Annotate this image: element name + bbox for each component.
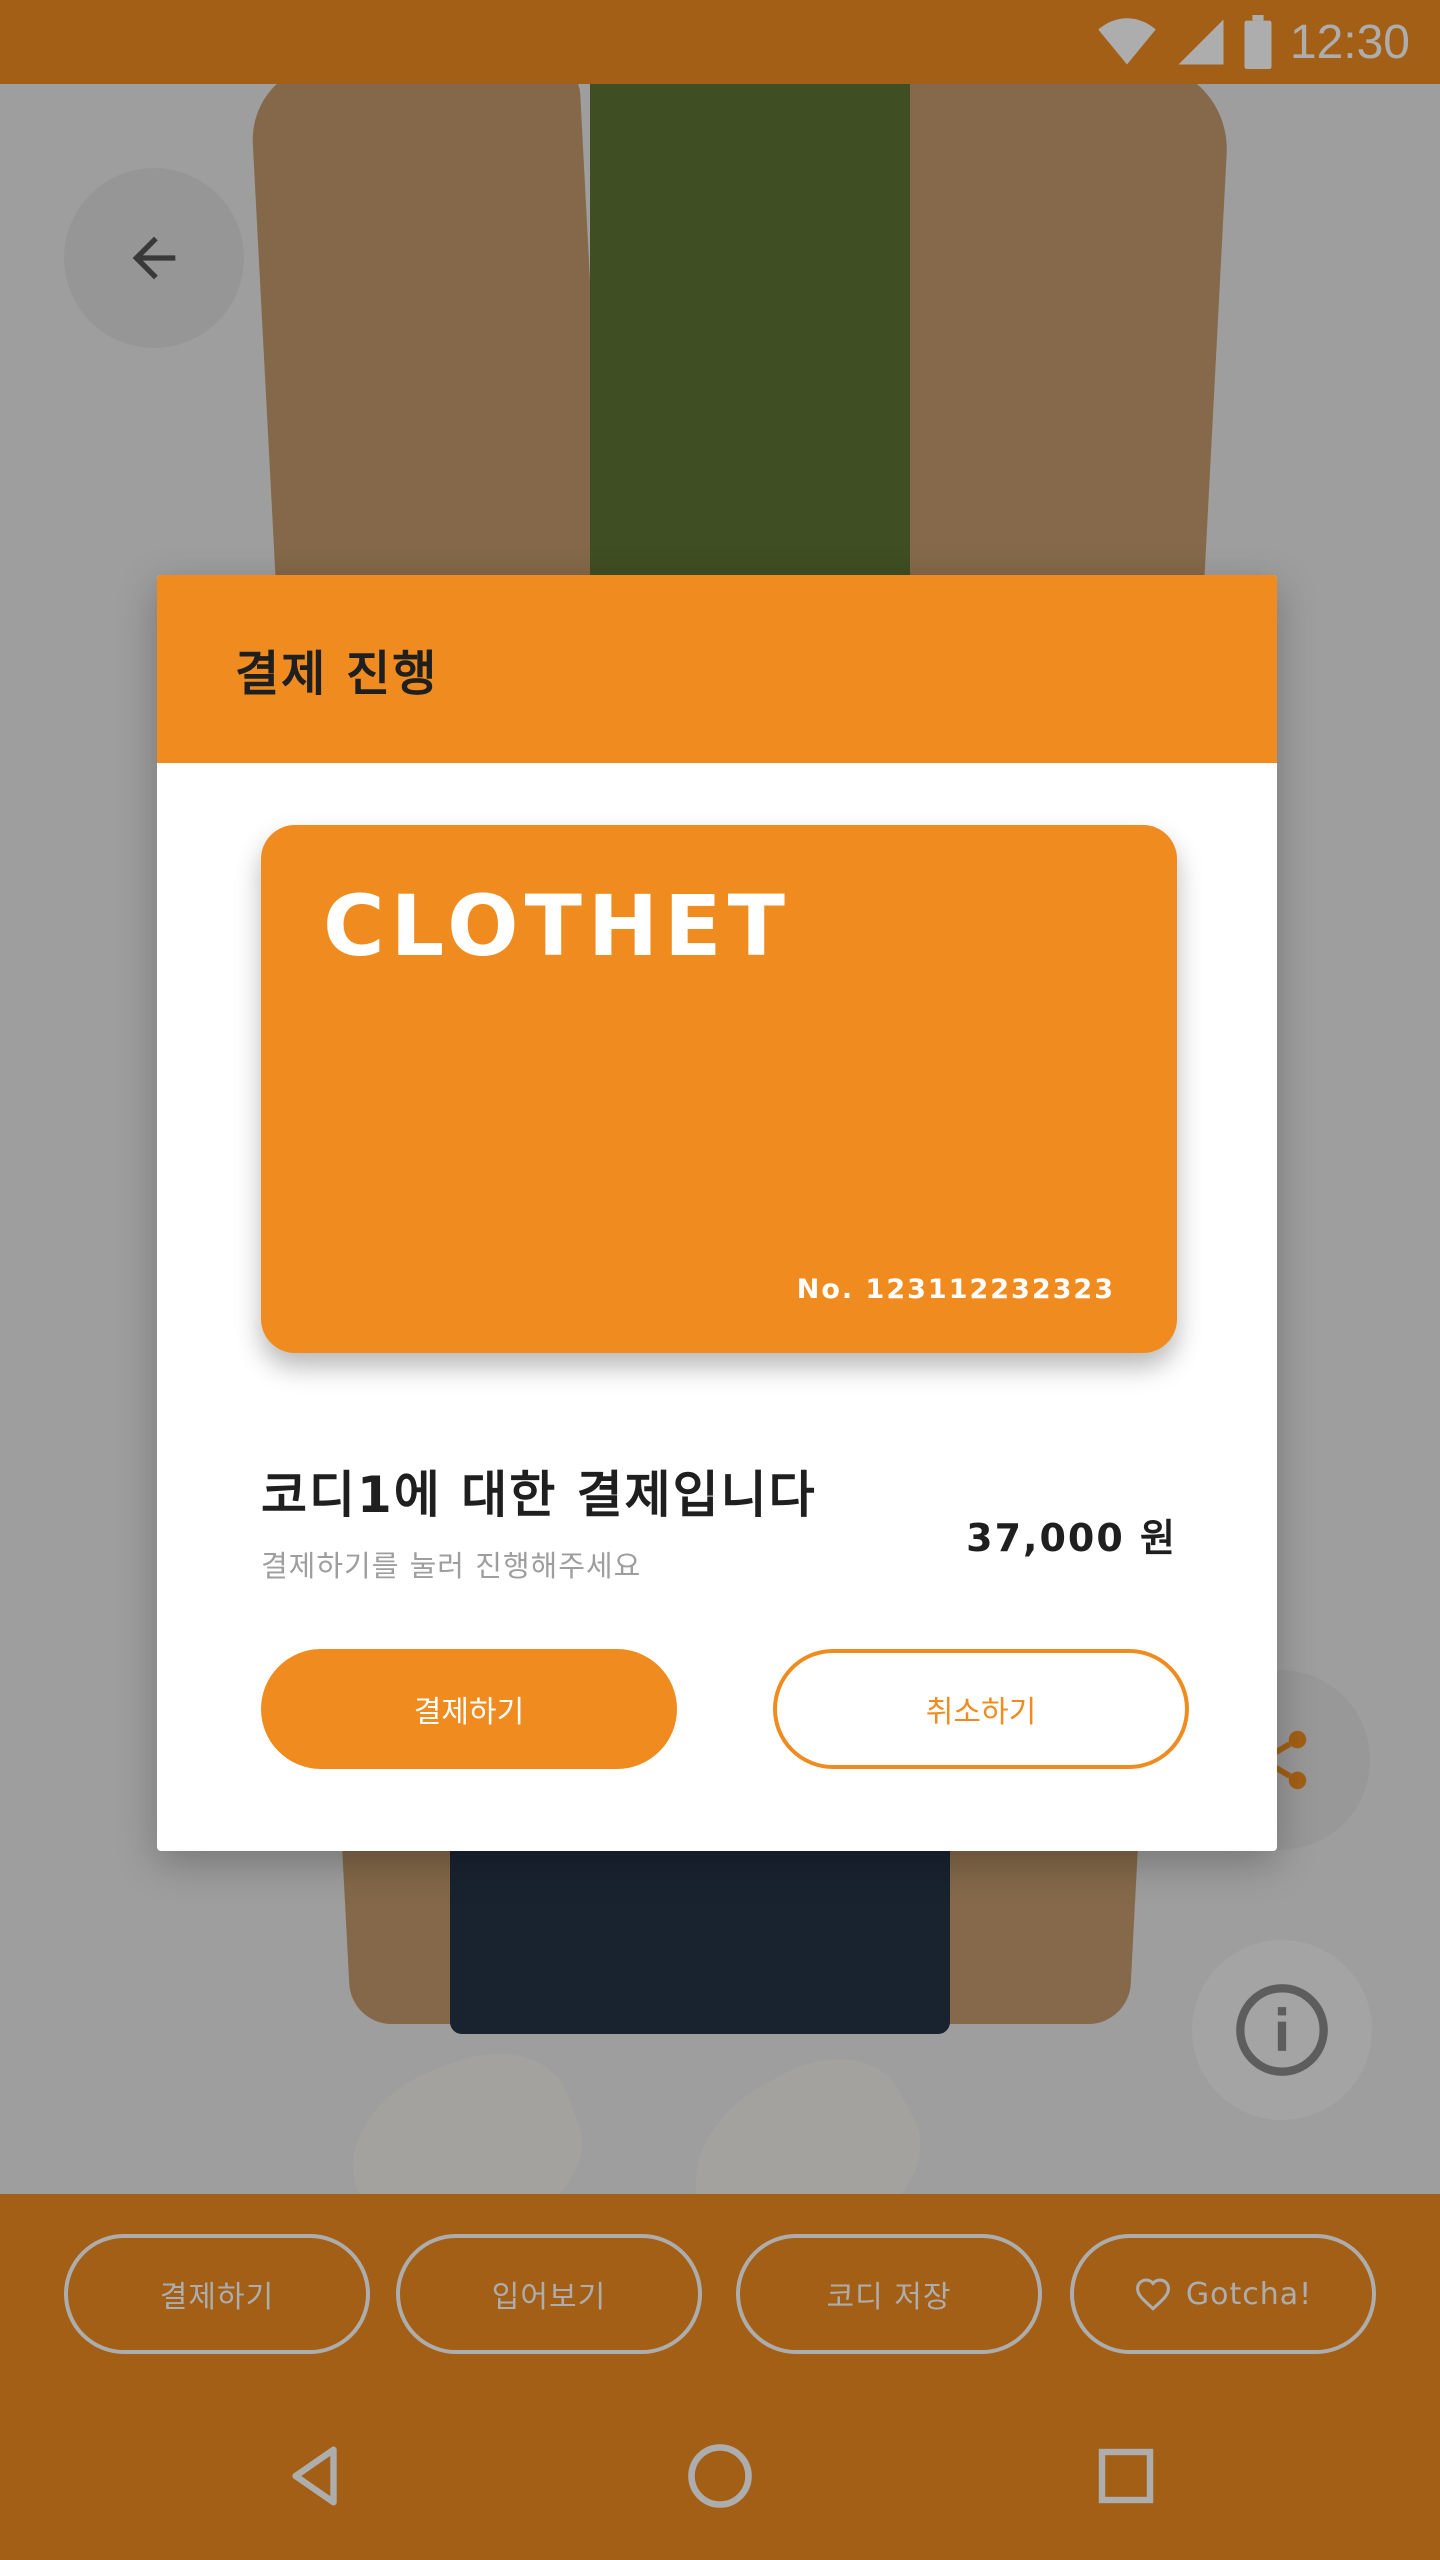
dialog-title: 결제 진행 — [235, 646, 439, 702]
cancel-payment-button[interactable]: 취소하기 — [773, 1649, 1189, 1769]
confirm-payment-label: 결제하기 — [413, 1695, 525, 1730]
card-number: No. 123112232323 — [796, 1274, 1115, 1305]
membership-card: CLOTHET No. 123112232323 — [261, 825, 1177, 1353]
payment-title: 코디1에 대한 결제입니다 — [261, 1466, 817, 1524]
payment-dialog: 결제 진행 CLOTHET No. 123112232323 코디1에 대한 결… — [157, 575, 1277, 1851]
confirm-payment-button[interactable]: 결제하기 — [261, 1649, 677, 1769]
cancel-payment-label: 취소하기 — [925, 1695, 1037, 1730]
card-brand-logo: CLOTHET — [323, 877, 791, 975]
dialog-header: 결제 진행 — [157, 575, 1277, 763]
payment-amount: 37,000 원 — [966, 1516, 1177, 1560]
payment-subtitle: 결제하기를 눌러 진행해주세요 — [261, 1549, 642, 1583]
